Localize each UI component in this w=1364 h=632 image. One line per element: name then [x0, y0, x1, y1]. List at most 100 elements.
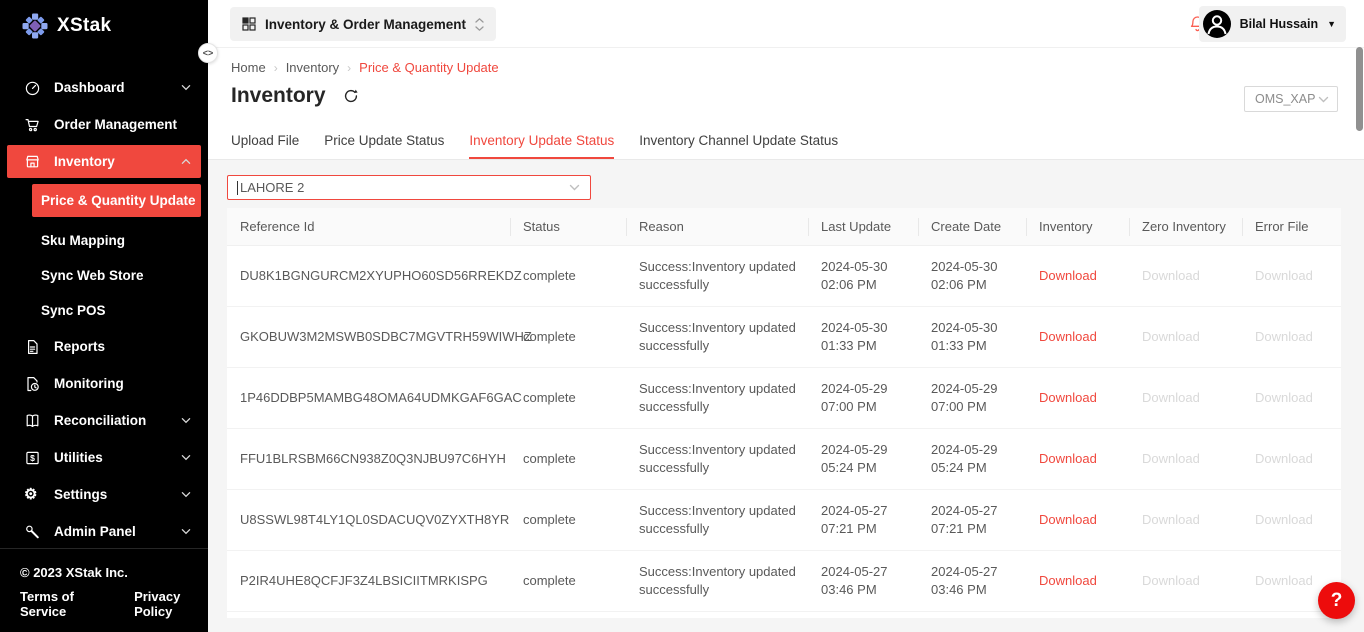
inventory-download-link[interactable]: Download — [1039, 573, 1097, 588]
chevron-down-icon — [181, 491, 191, 498]
gear-icon: ⚙ — [24, 487, 41, 502]
report-icon — [24, 339, 41, 355]
column-header-reason: Reason — [626, 219, 808, 234]
sidebar-subitem-sku-mapping[interactable]: Sku Mapping — [0, 223, 208, 258]
create-date-date: 2024-05-30 — [931, 319, 1026, 337]
app-switcher-label: Inventory & Order Management — [265, 17, 466, 32]
create-date-time: 03:46 PM — [931, 581, 1026, 599]
cell-last-update: 2024-05-3001:33 PM — [808, 319, 918, 355]
sidebar-collapse-button[interactable]: <> — [198, 43, 218, 63]
breadcrumb-home[interactable]: Home — [231, 60, 266, 75]
sidebar-item-label: Reports — [54, 339, 105, 354]
sidebar-subitem-label: Price & Quantity Update — [41, 193, 196, 208]
brand-logo[interactable]: XStak — [0, 0, 208, 39]
cell-reference-id: P2IR4UHE8QCFJF3Z4LBSICIITMRKISPG — [227, 572, 510, 590]
create-date-time: 07:00 PM — [931, 398, 1026, 416]
privacy-policy-link[interactable]: Privacy Policy — [134, 589, 208, 619]
chevron-down-icon — [181, 454, 191, 461]
error-file-download-link: Download — [1255, 268, 1313, 283]
text-cursor — [237, 181, 238, 195]
last-update-time: 01:33 PM — [821, 337, 918, 355]
inventory-download-link[interactable]: Download — [1039, 268, 1097, 283]
app-switcher-button[interactable]: Inventory & Order Management — [230, 7, 496, 41]
breadcrumb-inventory[interactable]: Inventory — [286, 60, 339, 75]
table-row: DU8K1BGNGURCM2XYUPHO60SD56RREKDZ complet… — [227, 246, 1341, 307]
chevron-down-icon — [569, 184, 580, 191]
zero-inventory-download-link: Download — [1142, 573, 1200, 588]
inventory-download-link[interactable]: Download — [1039, 512, 1097, 527]
sidebar-item-inventory[interactable]: Inventory — [7, 145, 201, 178]
cell-create-date: 2024-05-2907:00 PM — [918, 380, 1026, 416]
last-update-time: 07:21 PM — [821, 520, 918, 538]
svg-text:$: $ — [30, 453, 35, 463]
sidebar-subitem-sync-web-store[interactable]: Sync Web Store — [0, 258, 208, 293]
sidebar-item-reconciliation[interactable]: Reconciliation — [0, 402, 208, 439]
terms-of-service-link[interactable]: Terms of Service — [20, 589, 107, 619]
cell-last-update: 2024-05-2905:24 PM — [808, 441, 918, 477]
sidebar-item-label: Admin Panel — [54, 524, 136, 539]
sidebar-item-label: Monitoring — [54, 376, 124, 391]
cell-error-file: Download — [1242, 450, 1341, 468]
top-header: Inventory & Order Management Bilal Hussa… — [208, 0, 1364, 48]
cell-error-file: Download — [1242, 389, 1341, 407]
sidebar-item-order-management[interactable]: Order Management — [0, 106, 208, 143]
breadcrumb-current: Price & Quantity Update — [359, 60, 498, 75]
refresh-icon[interactable] — [343, 88, 359, 104]
table-row: P2IR4UHE8QCFJF3Z4LBSICIITMRKISPG complet… — [227, 551, 1341, 612]
grid-icon — [242, 17, 256, 31]
create-date-date: 2024-05-30 — [931, 258, 1026, 276]
help-button[interactable]: ? — [1318, 582, 1355, 619]
sidebar-item-utilities[interactable]: $ Utilities — [0, 439, 208, 476]
inventory-download-link[interactable]: Download — [1039, 390, 1097, 405]
cell-inventory: Download — [1026, 267, 1129, 285]
sidebar-item-settings[interactable]: ⚙ Settings — [0, 476, 208, 513]
sidebar-subitem-label: Sync POS — [41, 303, 106, 318]
cell-status: complete — [510, 389, 626, 407]
error-file-download-link: Download — [1255, 573, 1313, 588]
sidebar-item-admin-panel[interactable]: Admin Panel — [0, 513, 208, 550]
vertical-scrollbar-thumb[interactable] — [1356, 47, 1363, 131]
cell-status: complete — [510, 267, 626, 285]
cell-zero-inventory: Download — [1129, 389, 1242, 407]
inventory-download-link[interactable]: Download — [1039, 451, 1097, 466]
sidebar-item-label: Settings — [54, 487, 107, 502]
last-update-time: 02:06 PM — [821, 276, 918, 294]
sidebar-item-monitoring[interactable]: Monitoring — [0, 365, 208, 402]
tab-upload-file[interactable]: Upload File — [231, 123, 299, 159]
breadcrumb: Home › Inventory › Price & Quantity Upda… — [231, 60, 499, 75]
sidebar-subitem-sync-pos[interactable]: Sync POS — [0, 293, 208, 328]
tab-inventory-channel-update-status[interactable]: Inventory Channel Update Status — [639, 123, 838, 159]
ledger-icon — [24, 413, 41, 429]
main-area: Inventory & Order Management Bilal Hussa… — [208, 0, 1364, 632]
location-filter-select[interactable]: LAHORE 2 — [227, 175, 591, 200]
last-update-date: 2024-05-27 — [821, 502, 918, 520]
environment-select[interactable]: OMS_XAP — [1244, 86, 1338, 112]
sidebar-subitem-price-quantity-update[interactable]: Price & Quantity Update — [32, 184, 201, 217]
cell-status: complete — [510, 328, 626, 346]
sidebar-item-reports[interactable]: Reports — [0, 328, 208, 365]
zero-inventory-download-link: Download — [1142, 512, 1200, 527]
cell-last-update: 2024-05-2707:21 PM — [808, 502, 918, 538]
cell-last-update: 2024-05-3002:06 PM — [808, 258, 918, 294]
status-table: Reference Id Status Reason Last Update C… — [227, 208, 1341, 618]
store-icon — [24, 154, 41, 170]
location-filter-value: LAHORE 2 — [240, 180, 304, 195]
user-menu[interactable]: Bilal Hussain ▼ — [1199, 6, 1346, 42]
inventory-download-link[interactable]: Download — [1039, 329, 1097, 344]
column-header-create-date: Create Date — [918, 219, 1026, 234]
sidebar-item-label: Order Management — [54, 117, 177, 132]
zero-inventory-download-link: Download — [1142, 390, 1200, 405]
tab-price-update-status[interactable]: Price Update Status — [324, 123, 444, 159]
cell-reason: Success:Inventory updated successfully — [626, 563, 808, 599]
error-file-download-link: Download — [1255, 512, 1313, 527]
monitoring-icon — [24, 376, 41, 392]
last-update-time: 03:46 PM — [821, 581, 918, 599]
cell-inventory: Download — [1026, 572, 1129, 590]
create-date-time: 02:06 PM — [931, 276, 1026, 294]
sidebar-item-dashboard[interactable]: Dashboard — [0, 69, 208, 106]
table-row: 1P46DDBP5MAMBG48OMA64UDMKGAF6GAC complet… — [227, 368, 1341, 429]
tab-inventory-update-status[interactable]: Inventory Update Status — [469, 123, 614, 159]
cell-last-update: 2024-05-2703:46 PM — [808, 563, 918, 599]
cell-reference-id: GKOBUW3M2MSWB0SDBC7MGVTRH59WIWHZ — [227, 328, 510, 346]
chevron-up-icon — [181, 158, 191, 165]
